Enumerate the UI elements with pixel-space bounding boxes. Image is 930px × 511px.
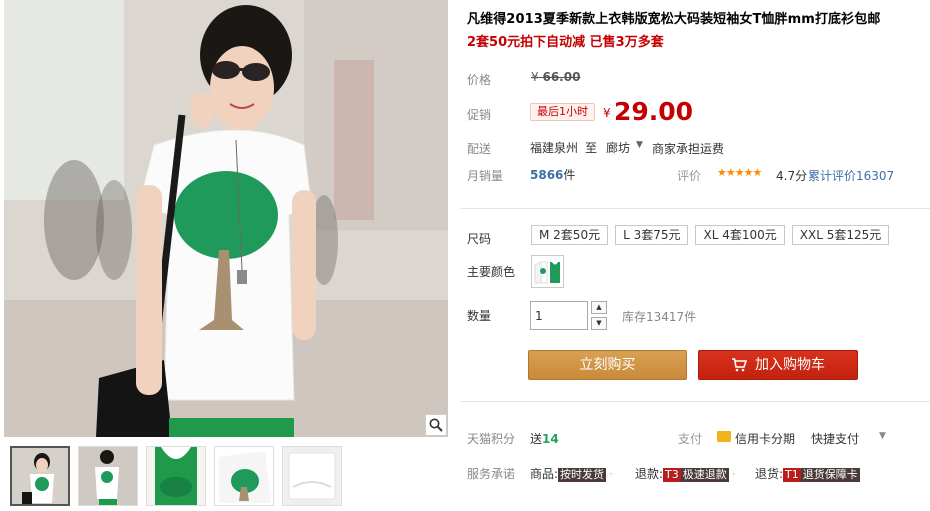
- rating-label: 评价: [677, 169, 702, 183]
- ship-destination-select[interactable]: 廊坊: [606, 139, 630, 156]
- quantity-input[interactable]: [530, 301, 588, 330]
- service-return[interactable]: 退货: T1 退货保障卡: [755, 465, 860, 482]
- thumbnail-strip: [10, 446, 342, 508]
- quantity-increase-button[interactable]: ▲: [591, 301, 607, 314]
- size-label: 尺码: [467, 232, 492, 246]
- ship-to-word: 至: [585, 141, 598, 155]
- size-options: M 2套50元 L 3套75元 XL 4套100元 XXL 5套125元: [531, 225, 890, 245]
- service-goods-label: 商品:: [530, 467, 559, 481]
- service-return-label: 退货:: [755, 467, 784, 481]
- monthly-sales: 5866件: [530, 166, 575, 183]
- zoom-icon[interactable]: [425, 414, 447, 436]
- current-price: 29.00: [614, 97, 694, 126]
- separator-dot: ·: [609, 467, 613, 481]
- size-option-m[interactable]: M 2套50元: [531, 225, 609, 245]
- ship-from-location: 福建泉州: [530, 141, 579, 155]
- product-subtitle: 2套50元拍下自动减 已售3万多套: [467, 35, 664, 50]
- add-to-cart-label: 加入购物车: [755, 357, 825, 373]
- rating-stars-icon: ★★★★★: [717, 166, 762, 179]
- divider: [460, 208, 930, 209]
- separator-dot: ·: [731, 467, 736, 481]
- monthly-sales-label: 月销量: [467, 169, 504, 183]
- fast-pay-option[interactable]: 快捷支付: [811, 430, 859, 447]
- size-option-xl[interactable]: XL 4套100元: [695, 225, 785, 245]
- points-value: 送14: [530, 430, 559, 447]
- shirt-icon: [534, 261, 560, 284]
- promo-label: 促销: [467, 108, 492, 122]
- quantity-decrease-button[interactable]: ▼: [591, 317, 607, 330]
- shipping-fee: 商家承担运费: [652, 142, 725, 156]
- service-refund-tag: 极速退款: [680, 468, 729, 482]
- review-count-link[interactable]: 累计评价16307: [808, 167, 894, 184]
- service-refund[interactable]: 退款: T3 极速退款 ·: [635, 465, 739, 482]
- divider: [460, 401, 930, 402]
- color-swatch[interactable]: [531, 255, 564, 288]
- quantity-label: 数量: [467, 309, 492, 323]
- current-price-currency: ¥: [603, 106, 611, 120]
- thumbnail-3[interactable]: [146, 446, 206, 506]
- thumbnail-2[interactable]: [78, 446, 138, 506]
- points-amount: 14: [542, 432, 559, 446]
- original-price-currency: ¥: [531, 70, 539, 84]
- shipping-label: 配送: [467, 142, 492, 156]
- service-return-code: T1: [783, 468, 801, 482]
- chevron-down-icon[interactable]: ▼: [879, 431, 886, 441]
- cart-icon: [732, 358, 747, 372]
- points-label: 天猫积分: [467, 432, 516, 446]
- stock-count: 库存13417件: [622, 310, 697, 324]
- service-refund-label: 退款:: [635, 467, 664, 481]
- original-price: ¥ 66.00: [531, 70, 580, 84]
- add-to-cart-button[interactable]: 加入购物车: [698, 350, 858, 380]
- thumbnail-5[interactable]: [282, 446, 342, 506]
- thumbnail-1[interactable]: [10, 446, 70, 506]
- model-photo: [4, 0, 448, 437]
- payment-label: 支付: [678, 432, 703, 446]
- chevron-down-icon[interactable]: ▼: [636, 140, 643, 150]
- promo-countdown-badge: 最后1小时: [530, 103, 595, 121]
- color-label: 主要颜色: [467, 265, 516, 279]
- credit-card-icon: [717, 431, 731, 442]
- main-product-image[interactable]: [4, 0, 448, 437]
- service-goods-tag: 按时发货: [558, 468, 607, 482]
- service-return-tag: 退货保障卡: [800, 468, 860, 482]
- original-price-value: 66.00: [542, 70, 581, 84]
- size-option-l[interactable]: L 3套75元: [615, 225, 689, 245]
- service-label: 服务承诺: [467, 467, 516, 481]
- credit-installment-option[interactable]: 信用卡分期: [735, 430, 795, 447]
- service-refund-code: T3: [663, 468, 681, 482]
- size-option-xxl[interactable]: XXL 5套125元: [791, 225, 890, 245]
- monthly-sales-unit: 件: [563, 168, 576, 182]
- monthly-sales-count: 5866: [530, 168, 564, 182]
- rating-score: 4.7分: [776, 169, 808, 183]
- thumbnail-4[interactable]: [214, 446, 274, 506]
- product-title: 凡维得2013夏季新款上衣韩版宽松大码装短袖女T恤胖mm打底衫包邮: [467, 12, 881, 27]
- price-label: 价格: [467, 73, 492, 87]
- points-prefix: 送: [530, 432, 543, 446]
- buy-now-button[interactable]: 立刻购买: [528, 350, 687, 380]
- service-goods[interactable]: 商品: 按时发货 ·: [530, 465, 616, 482]
